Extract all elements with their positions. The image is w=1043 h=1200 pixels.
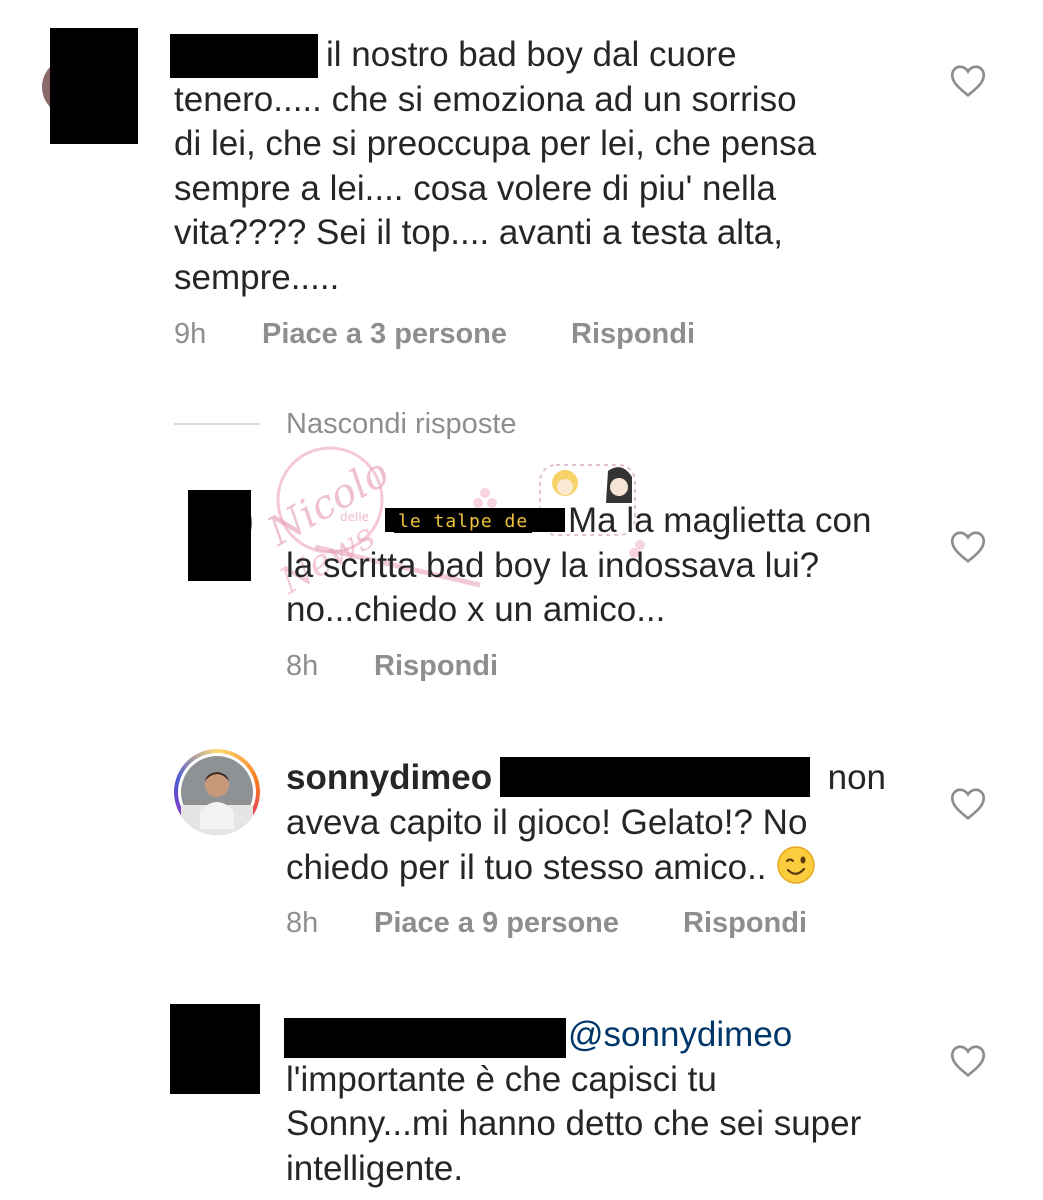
reply-2-line-3-text: chiedo per il tuo stesso amico.. (286, 848, 767, 887)
hide-replies-button[interactable]: Nascondi risposte (286, 408, 517, 441)
reply-3-line-3: intelligente. (286, 1148, 464, 1188)
comment-1-line-4: sempre a lei.... cosa volere di piu' nel… (174, 168, 776, 208)
reply-2-likes-link[interactable]: Piace a 9 persone (374, 907, 619, 940)
reply-1-line-3: no...chiedo x un amico... (286, 590, 666, 629)
reply-1-line-1: Ma la maglietta con (568, 501, 872, 540)
heart-outline-icon[interactable] (950, 1044, 986, 1078)
comment-1-timestamp: 9h (174, 318, 207, 350)
replies-divider (174, 423, 260, 425)
reply-2-line-1-text: non (827, 758, 887, 797)
comment-1-likes-link[interactable]: Piace a 3 persone (262, 318, 507, 351)
reply-1-reply-button[interactable]: Rispondi (374, 650, 498, 683)
reply-3-text: @sonnydimeo l'importante è che capisci t… (286, 1013, 926, 1191)
comment-1-line-2: tenero..... che si emoziona ad un sorris… (174, 79, 797, 119)
heart-outline-icon[interactable] (950, 64, 986, 98)
comment-1-line-6: sempre..... (174, 257, 340, 297)
avatar-redaction (50, 28, 138, 144)
reply-3-mention[interactable]: @sonnydimeo (568, 1015, 792, 1054)
heart-outline-icon[interactable] (950, 787, 986, 821)
reply-1-line-2: la scritta bad boy la indossava lui? (286, 545, 820, 585)
reply-3-line-1: l'importante è che capisci tu (286, 1059, 717, 1099)
reply-2-line-2: aveva capito il gioco! Gelato!? No (286, 802, 808, 842)
reply-2-username[interactable]: sonnydimeo (286, 758, 492, 797)
reply-3-line-2: Sonny...mi hanno detto che sei super (286, 1104, 862, 1143)
profile-photo (178, 753, 256, 835)
comment-1-line-1: il nostro bad boy dal cuore (326, 35, 737, 74)
reply-1-timestamp: 8h (286, 650, 319, 682)
comment-1-reply-button[interactable]: Rispondi (571, 318, 695, 351)
reply-1-text: Ma la maglietta con la scritta bad boy l… (286, 499, 926, 633)
comment-1-line-3: di lei, che si preoccupa per lei, che pe… (174, 124, 817, 163)
avatar-redaction (170, 1004, 260, 1094)
heart-outline-icon[interactable] (950, 530, 986, 564)
reply-2-line-3: chiedo per il tuo stesso amico.. (286, 845, 926, 891)
reply-2-timestamp: 8h (286, 907, 319, 939)
mention-redaction (500, 757, 810, 797)
reply-2-reply-button[interactable]: Rispondi (683, 907, 807, 940)
comment-1-text: il nostro bad boy dal cuore tenero..... … (174, 33, 934, 300)
comment-1-line-5: vita???? Sei il top.... avanti a testa a… (174, 213, 783, 252)
avatar-redaction (188, 490, 251, 581)
reply-2-avatar[interactable] (174, 749, 260, 835)
winking-face-icon (777, 846, 815, 884)
